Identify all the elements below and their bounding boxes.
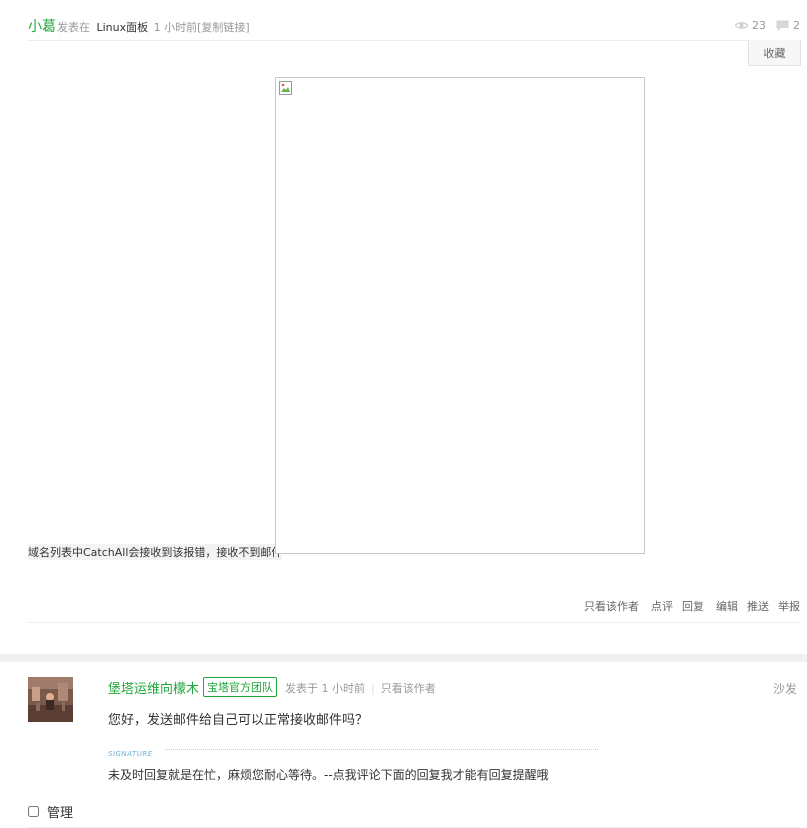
- edit-link[interactable]: 编辑: [716, 598, 738, 614]
- post-stats: 23 2: [735, 19, 800, 32]
- post-time: 1 小时前: [153, 21, 198, 34]
- meta-divider: |: [371, 682, 375, 695]
- section-separator: [0, 654, 807, 662]
- post-author[interactable]: 小葛: [28, 16, 56, 36]
- signature-dotted-line: [165, 749, 598, 750]
- signature-divider: SIGNATURE: [108, 745, 598, 758]
- avatar[interactable]: [28, 677, 73, 722]
- manage-control[interactable]: 管理: [28, 802, 73, 821]
- post-meta: 发表在 Linux面板 1 小时前[复制链接]: [57, 19, 250, 35]
- forum-link[interactable]: Linux面板: [97, 21, 149, 34]
- reply-time: 发表于 1 小时前: [285, 682, 365, 695]
- comment-count: 2: [793, 19, 800, 32]
- official-team-badge: 宝塔官方团队: [203, 677, 277, 697]
- floor-label[interactable]: 沙发: [773, 680, 797, 697]
- manage-checkbox[interactable]: [28, 806, 39, 817]
- report-link[interactable]: 举报: [778, 598, 800, 614]
- signature-label: SIGNATURE: [108, 750, 153, 758]
- posted-in-label: 发表在: [57, 21, 90, 34]
- favorite-button[interactable]: 收藏: [748, 40, 801, 66]
- header-divider: [28, 40, 800, 41]
- post-image-placeholder[interactable]: [275, 77, 645, 554]
- manage-label: 管理: [47, 806, 74, 821]
- reply-only-author-link[interactable]: 只看该作者: [381, 682, 436, 695]
- copy-link[interactable]: [复制链接]: [197, 21, 250, 34]
- reply-link[interactable]: 回复: [682, 598, 704, 614]
- reply-author[interactable]: 堡塔运维向檬木: [108, 678, 199, 697]
- signature-text[interactable]: 未及时回复就是在忙，麻烦您耐心等待。--点我评论下面的回复我才能有回复提醒哦: [108, 766, 549, 783]
- post-footer-divider: [28, 622, 800, 623]
- rate-link[interactable]: 点评: [651, 598, 673, 614]
- broken-image-icon: [279, 81, 292, 95]
- push-link[interactable]: 推送: [747, 598, 769, 614]
- reply-meta: 发表于 1 小时前 | 只看该作者: [285, 680, 436, 696]
- eye-icon: [735, 22, 748, 29]
- reply-content: 您好，发送邮件给自己可以正常接收邮件吗？: [108, 713, 369, 728]
- comment-icon: [776, 20, 789, 31]
- post-content: 域名列表中CatchAll会接收到该报错，接收不到邮件: [28, 544, 283, 560]
- view-count: 23: [752, 19, 766, 32]
- post-actions: 只看该作者 点评 回复 编辑 推送 举报: [575, 598, 800, 614]
- only-author-link[interactable]: 只看该作者: [584, 598, 639, 614]
